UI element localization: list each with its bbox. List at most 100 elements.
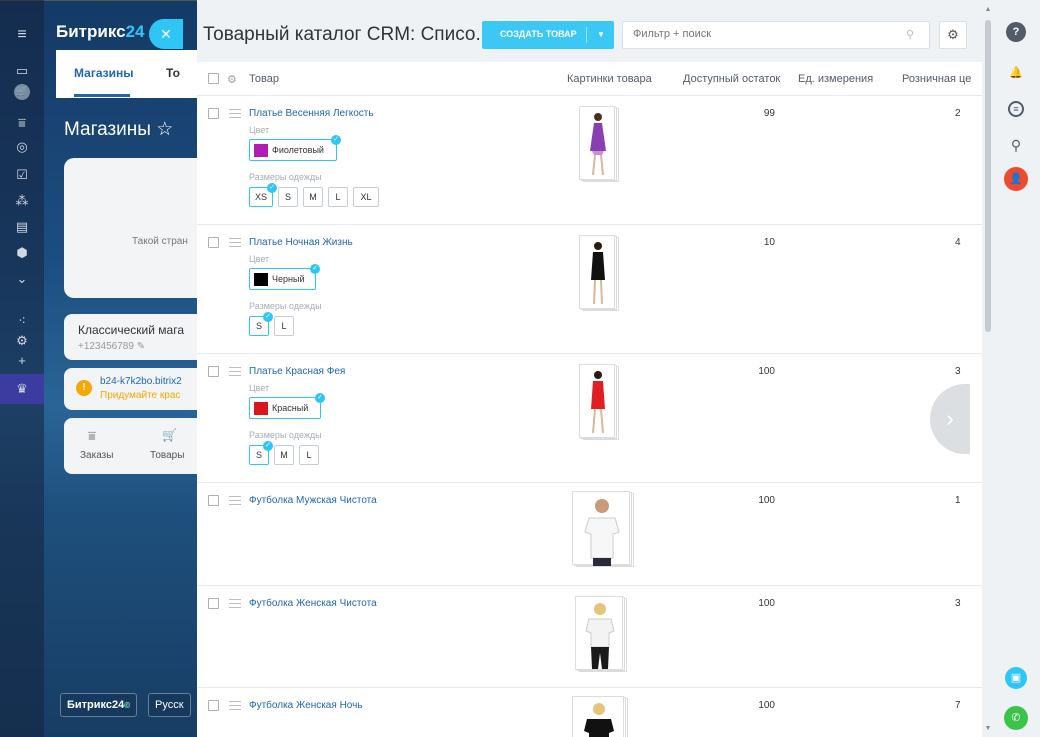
drag-handle-icon[interactable] [229, 599, 241, 608]
scroll-down-icon[interactable]: ▼ [984, 725, 992, 733]
row-checkbox[interactable] [208, 700, 219, 711]
settings-button[interactable]: ⚙ [939, 21, 967, 49]
open-lines-icon[interactable]: ▣ [1005, 667, 1027, 689]
dots-icon[interactable]: ⁖ [13, 312, 31, 330]
target-icon[interactable]: ◎ [13, 138, 31, 156]
product-name[interactable]: Платье Весенняя Легкость [249, 108, 374, 119]
product-name[interactable]: Футболка Женская Чистота [249, 598, 377, 609]
scroll-up-icon[interactable]: ▲ [984, 6, 992, 14]
search-icon[interactable]: ⚲ [1006, 135, 1026, 155]
size-option[interactable]: L [299, 445, 319, 465]
table-row[interactable]: Футболка Мужская Чистота 100 1 0 [197, 483, 982, 586]
card-icon[interactable]: ▤ [13, 218, 31, 236]
product-image[interactable] [575, 596, 627, 672]
close-panel-button[interactable]: ✕ [149, 19, 183, 49]
product-image[interactable] [579, 106, 619, 182]
color-chip[interactable]: Фиолетовый ✓ [249, 135, 341, 161]
size-option[interactable]: L [274, 316, 294, 336]
row-checkbox[interactable] [208, 366, 219, 377]
drag-handle-icon[interactable] [229, 496, 241, 505]
domain-link[interactable]: b24-k7k2bo.bitrix2 [100, 376, 182, 387]
table-row[interactable]: Футболка Женская Чистота 100 3 2 [197, 586, 982, 688]
footer-lang[interactable]: Русск [148, 693, 191, 717]
window-icon[interactable]: ▭ [13, 62, 31, 80]
chat-icon[interactable]: ≡ [1008, 101, 1024, 117]
panel-scrollbar[interactable]: ▲ ▼ [982, 0, 994, 737]
drag-handle-icon[interactable] [229, 701, 241, 710]
product-name[interactable]: Платье Красная Фея [249, 366, 345, 377]
copyright-icon: © [124, 701, 131, 710]
chevron-down-icon[interactable]: ⌄ [13, 270, 31, 288]
create-product-button[interactable]: СОЗДАТЬ ТОВАР ▼ [482, 21, 614, 49]
search-input[interactable] [633, 28, 903, 40]
col-images[interactable]: Картинки товара [567, 73, 652, 85]
size-option[interactable]: S [278, 187, 298, 207]
size-option[interactable]: M [303, 187, 323, 207]
pencil-icon[interactable]: ✎ [137, 341, 145, 352]
product-name[interactable]: Футболка Женская Ночь [249, 700, 363, 711]
price-value: 3 2 [955, 598, 963, 609]
select-all-checkbox[interactable] [208, 73, 219, 84]
table-row[interactable]: Платье Весенняя Легкость Цвет Фиолетовый… [197, 96, 982, 225]
menu-icon[interactable]: ≡ [13, 26, 31, 44]
color-chip[interactable]: Черный ✓ [249, 264, 320, 290]
help-icon[interactable]: ? [1006, 22, 1026, 42]
star-icon[interactable]: ☆ [156, 119, 173, 140]
phone-icon[interactable]: ✆ [1004, 706, 1028, 730]
row-checkbox[interactable] [208, 237, 219, 248]
cart-icon[interactable]: 🛒 [14, 84, 30, 100]
tab-shops[interactable]: Магазины [74, 66, 133, 80]
crown-icon[interactable]: ♛ [13, 380, 31, 398]
plus-icon[interactable]: + [13, 352, 31, 370]
row-checkbox[interactable] [208, 108, 219, 119]
drag-handle-icon[interactable] [229, 367, 241, 376]
product-image[interactable] [572, 491, 634, 567]
chevron-right-icon: › [946, 406, 954, 431]
domain-card[interactable]: ! b24-k7k2bo.bitrix2 Придумайте крас [64, 368, 214, 410]
box-icon[interactable]: ⬢ [13, 244, 31, 262]
row-checkbox[interactable] [208, 495, 219, 506]
drag-handle-icon[interactable] [229, 109, 241, 118]
col-product[interactable]: Товар [249, 73, 279, 85]
shop-card[interactable]: Классический мага +123456789 ✎ [64, 314, 214, 360]
stock-value: 99 [763, 108, 775, 119]
tab-next[interactable]: То [166, 66, 180, 80]
color-chip[interactable]: Красный ✓ [249, 393, 325, 419]
footer-brand[interactable]: Битрикс24© [60, 693, 138, 717]
filter-search[interactable]: ⚲ [622, 21, 930, 49]
dress-image [591, 371, 605, 434]
avatar-icon[interactable]: 👤 [1004, 167, 1028, 191]
row-checkbox[interactable] [208, 598, 219, 609]
product-image[interactable] [579, 364, 619, 440]
chevron-down-icon[interactable]: ▼ [592, 27, 610, 43]
product-image[interactable] [572, 696, 628, 737]
price-value: 7 [955, 700, 961, 711]
table-row[interactable]: Платье Красная Фея Цвет Красный ✓ Размер… [197, 354, 982, 483]
scrollbar-thumb[interactable] [985, 20, 991, 332]
gear-icon[interactable]: ⚙ [13, 332, 31, 350]
product-name[interactable]: Платье Ночная Жизнь [249, 237, 353, 248]
table-row[interactable]: Футболка Женская Ночь 100 7 [197, 688, 982, 737]
bell-icon[interactable]: 🔔 [1006, 63, 1026, 83]
connections-icon[interactable]: ⁂ [13, 192, 31, 210]
col-unit[interactable]: Ед. измерения [798, 73, 873, 85]
table-row[interactable]: Платье Ночная Жизнь Цвет Черный ✓ Размер… [197, 225, 982, 354]
col-retail-price[interactable]: Розничная це [902, 73, 982, 85]
drag-handle-icon[interactable] [229, 238, 241, 247]
product-name[interactable]: Футболка Мужская Чистота [249, 495, 377, 506]
size-option[interactable]: M [274, 445, 294, 465]
search-icon[interactable]: ⚲ [906, 28, 920, 42]
column-settings-icon[interactable]: ⚙ [227, 73, 237, 86]
checkbox-icon[interactable]: ☑ [13, 166, 31, 184]
filter-icon[interactable]: ⩸ [13, 114, 31, 132]
size-option[interactable]: XL [353, 187, 379, 207]
dress-image [590, 113, 606, 176]
color-label: Цвет [249, 254, 270, 264]
close-icon: ✕ [160, 26, 172, 42]
col-stock[interactable]: Доступный остаток [683, 73, 780, 85]
goods-action[interactable]: Товары [150, 450, 184, 461]
domain-hint[interactable]: Придумайте крас [100, 390, 180, 401]
product-image[interactable] [579, 235, 619, 311]
orders-action[interactable]: Заказы [80, 450, 113, 461]
size-option[interactable]: L [328, 187, 348, 207]
